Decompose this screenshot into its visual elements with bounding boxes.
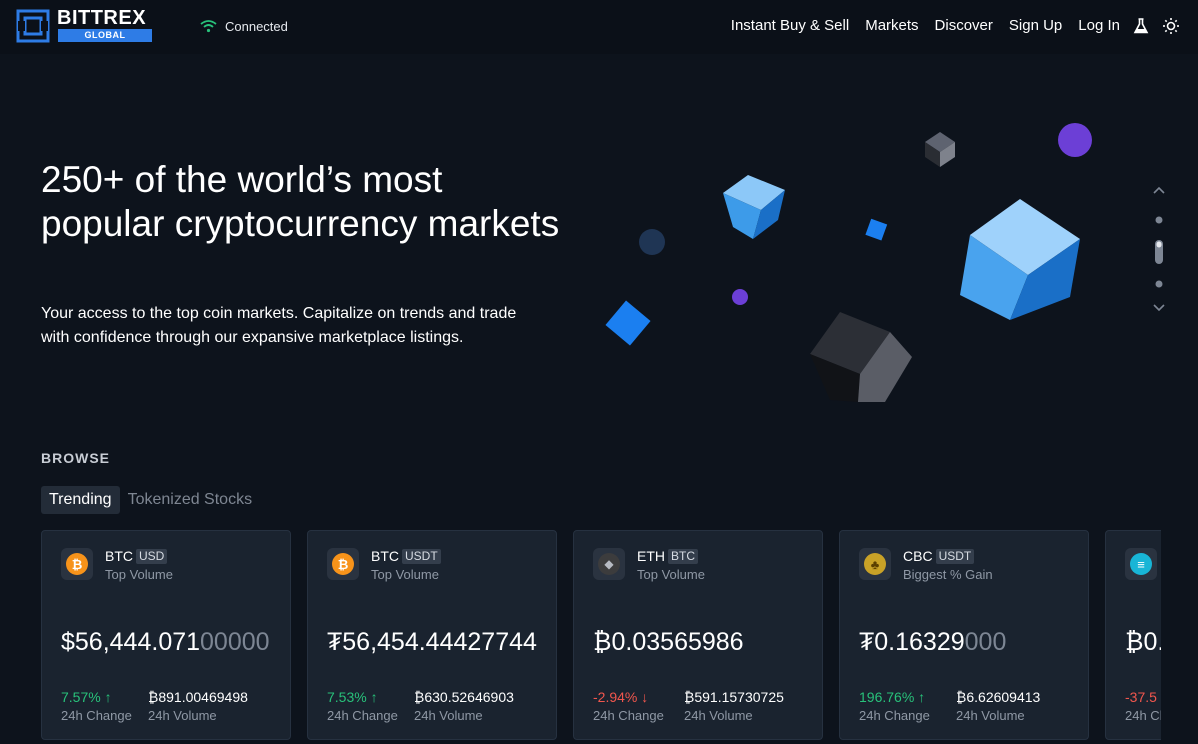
volume-24h-label: 24h Volume: [148, 708, 217, 723]
change-24h-label: 24h Ch: [1125, 708, 1161, 723]
nav-sign-up[interactable]: Sign Up: [1009, 15, 1062, 37]
card-tag: Top Volume: [371, 567, 439, 582]
change-24h-label: 24h Change: [61, 708, 132, 723]
change-24h: -37.5: [1125, 689, 1157, 705]
browse-heading: BROWSE: [41, 450, 110, 466]
top-nav: BITTREX GLOBAL Connected Instant Buy & S…: [0, 0, 1198, 54]
price-main: ₿0.03565986: [593, 628, 744, 656]
volume-24h: ₿891.00469498: [148, 689, 248, 705]
nav-discover[interactable]: Discover: [935, 15, 993, 37]
market-card-btc-usd[interactable]: ₿ BTC USD Top Volume $56,444.07100000 7.…: [41, 530, 291, 740]
tab-tokenized-stocks[interactable]: Tokenized Stocks: [120, 486, 261, 514]
connection-status: Connected: [200, 18, 288, 34]
nav-log-in[interactable]: Log In: [1078, 15, 1120, 37]
bitcoin-icon: ₿: [332, 553, 354, 575]
quote-currency: BTC: [668, 548, 698, 564]
ethereum-icon: ◆: [598, 553, 620, 575]
brand-sub: GLOBAL: [58, 29, 152, 42]
quote-currency: USD: [136, 548, 168, 564]
pair-label: BTC USDT: [371, 548, 441, 564]
scroll-down-icon: [1153, 304, 1165, 312]
coin-icon-frame: ₿: [327, 548, 359, 580]
pair-label: ETH BTC: [637, 548, 698, 564]
navy-orb: [639, 229, 665, 255]
coin-icon: ≡: [1130, 553, 1152, 575]
market-card-cbc-usdt[interactable]: ♣ CBC USDT Biggest % Gain ₮0.16329000 19…: [839, 530, 1089, 740]
price-main: ₮0.16329: [859, 628, 965, 656]
tab-trending[interactable]: Trending: [41, 486, 120, 514]
card-tag: Top Volume: [105, 567, 173, 582]
base-currency: BTC: [105, 548, 133, 564]
market-cards: ₿ BTC USD Top Volume $56,444.07100000 7.…: [41, 530, 1161, 744]
slide-dot: [1155, 280, 1163, 288]
blue-diamond: [605, 300, 651, 346]
purple-orb-small: [732, 289, 748, 305]
volume-24h: ₿6.62609413: [956, 689, 1041, 705]
change-24h: 7.57% ↑: [61, 689, 112, 705]
last-price: ₮56,454.44427744: [327, 628, 537, 657]
volume-24h-label: 24h Volume: [684, 708, 753, 723]
cbc-coin-icon: ♣: [864, 553, 886, 575]
hero-slide-scroller[interactable]: [1150, 185, 1168, 315]
hero-cubes-illustration: [605, 123, 1092, 402]
volume-24h: ₿630.52646903: [414, 689, 514, 705]
change-24h: -2.94% ↓: [593, 689, 649, 705]
last-price: ₿0.: [1125, 628, 1161, 657]
nav-markets[interactable]: Markets: [865, 15, 918, 37]
price-main: $56,444.071: [61, 628, 201, 656]
base-currency: CBC: [903, 548, 933, 564]
volume-24h-label: 24h Volume: [956, 708, 1025, 723]
price-main: ₿0.: [1125, 628, 1161, 656]
volume-24h: ₿591.15730725: [684, 689, 784, 705]
connection-status-label: Connected: [225, 18, 288, 34]
pair-label: BTC USD: [105, 548, 168, 564]
change-24h-label: 24h Change: [327, 708, 398, 723]
price-main: ₮56,454.44427744: [327, 628, 537, 656]
price-trailing-zeros: 00000: [200, 628, 270, 656]
last-price: ₮0.16329000: [859, 628, 1006, 657]
purple-orb-large: [1058, 123, 1092, 157]
coin-icon-frame: ≡: [1125, 548, 1157, 580]
pair-label: CBC USDT: [903, 548, 975, 564]
card-tag: Top Volume: [637, 567, 705, 582]
base-currency: ETH: [637, 548, 665, 564]
coin-icon-frame: ♣: [859, 548, 891, 580]
market-card-eth-btc[interactable]: ◆ ETH BTC Top Volume ₿0.03565986 -2.94% …: [573, 530, 823, 740]
scroll-up-icon: [1153, 186, 1165, 194]
last-price: ₿0.03565986: [593, 628, 744, 657]
volume-24h-label: 24h Volume: [414, 708, 483, 723]
price-trailing-zeros: 000: [964, 628, 1007, 656]
change-24h: 7.53% ↑: [327, 689, 378, 705]
card-tag: Biggest % Gain: [903, 567, 993, 582]
browse-tabs: Trending Tokenized Stocks: [41, 486, 260, 514]
change-24h-label: 24h Change: [593, 708, 664, 723]
coin-icon-frame: ₿: [61, 548, 93, 580]
coin-icon-frame: ◆: [593, 548, 625, 580]
slide-dot: [1155, 216, 1163, 224]
nav-instant-buy-sell[interactable]: Instant Buy & Sell: [731, 15, 849, 37]
dark-cube: [810, 312, 912, 402]
hero-title: 250+ of the world’s most popular cryptoc…: [41, 159, 560, 244]
change-24h: 196.76% ↑: [859, 689, 926, 705]
market-card-partial[interactable]: ≡ ₿0. -37.5 24h Ch: [1105, 530, 1161, 740]
bittrex-logo[interactable]: BITTREX GLOBAL: [16, 8, 156, 44]
last-price: $56,444.07100000: [61, 628, 270, 657]
bittrex-logo-icon: [16, 9, 50, 43]
small-grey-cube: [925, 132, 955, 167]
base-currency: BTC: [371, 548, 399, 564]
quote-currency: USDT: [935, 548, 975, 564]
small-blue-square: [865, 218, 888, 241]
flask-icon[interactable]: [1132, 17, 1150, 35]
blue-cube-medium: [723, 175, 785, 239]
bitcoin-icon: ₿: [66, 553, 88, 575]
large-blue-cube: [960, 199, 1080, 320]
quote-currency: USDT: [402, 548, 441, 564]
sun-icon[interactable]: [1162, 17, 1180, 35]
hero-subtitle: Your access to the top coin markets. Cap…: [41, 305, 517, 346]
wifi-icon: [200, 20, 217, 33]
brand-name: BITTREX: [57, 7, 147, 29]
change-24h-label: 24h Change: [859, 708, 930, 723]
market-card-btc-usdt[interactable]: ₿ BTC USDT Top Volume ₮56,454.44427744 7…: [307, 530, 557, 740]
main-menu: Instant Buy & Sell Markets Discover Sign…: [715, 15, 1180, 37]
